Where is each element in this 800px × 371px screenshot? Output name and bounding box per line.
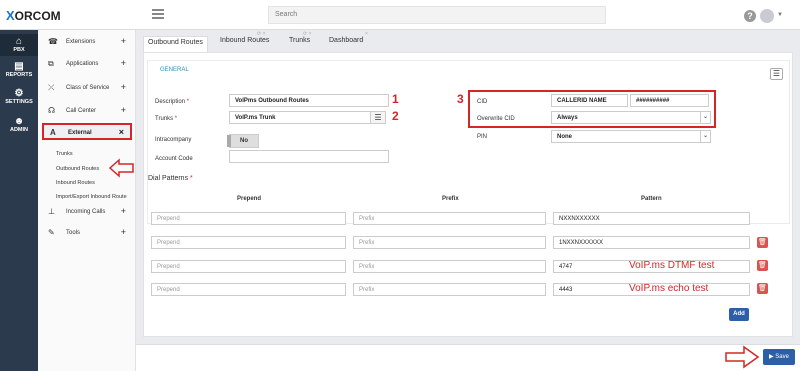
nav-item-class-of-service[interactable]: ⤫ Class of Service + (42, 80, 132, 96)
chevron-down-icon: ⌄ (700, 130, 710, 143)
intracompany-toggle[interactable]: No (227, 134, 259, 148)
expand-icon: + (120, 58, 126, 68)
overwrite-cid-select[interactable]: Always ⌄ (551, 111, 711, 124)
pbx-icon: ⌂ (15, 36, 23, 47)
trash-icon[interactable]: 🗑 (757, 283, 768, 294)
trash-icon[interactable]: 🗑 (757, 237, 768, 248)
search-input[interactable]: Search (268, 6, 606, 24)
trunks-field[interactable]: VoIP.ms Trunk (229, 111, 371, 124)
save-button[interactable]: ▶ Save (763, 349, 795, 365)
expand-icon: + (120, 105, 126, 115)
cid-name-field[interactable]: CALLERID NAME (551, 94, 628, 107)
cid-number-field[interactable]: ########## (630, 94, 709, 107)
tab-dashboard[interactable]: Dashboard (329, 37, 363, 44)
section-title: GENERAL (160, 67, 189, 73)
headset-icon: ☊ (48, 106, 56, 115)
tab-trunks[interactable]: Trunks (289, 37, 310, 44)
menu-toggle-icon[interactable] (152, 9, 164, 19)
expand-icon: + (120, 206, 126, 216)
prefix-input[interactable]: Prefix (353, 260, 546, 273)
prepend-input[interactable]: Prepend (151, 283, 346, 296)
admin-icon: ☻ (13, 116, 25, 127)
reports-icon: ▤ (14, 61, 24, 72)
trash-icon[interactable]: 🗑 (757, 260, 768, 271)
overwrite-cid-label: Overwrite CID (477, 116, 515, 122)
list-icon[interactable]: ☰ (370, 111, 386, 124)
prefix-input[interactable]: Prefix (353, 283, 546, 296)
shuffle-icon: ⤫ (48, 83, 55, 92)
nav-panel: ☎ Extensions + ⧉ Applications + ⤫ Class … (38, 30, 136, 371)
nav-item-applications[interactable]: ⧉ Applications + (42, 56, 132, 72)
subnav-inbound-routes[interactable]: Inbound Routes (56, 180, 95, 186)
external-icon: A (50, 128, 56, 137)
column-header-prepend: Prepend (237, 196, 262, 202)
applications-icon: ⧉ (48, 59, 54, 68)
annotation-dtmf-note: VoIP.ms DTMF test (629, 260, 715, 271)
trunks-label: Trunks * (155, 116, 178, 122)
pin-label: PIN (477, 134, 488, 140)
account-code-label: Account Code (155, 156, 193, 162)
nav-item-incoming-calls[interactable]: ⊥ Incoming Calls + (42, 204, 132, 220)
bottom-bar (136, 345, 800, 371)
nav-item-tools[interactable]: ✎ Tools + (42, 225, 132, 241)
annotation-arrow-left-icon (109, 158, 134, 178)
tab-inbound-routes[interactable]: Inbound Routes (220, 37, 269, 44)
subnav-outbound-routes[interactable]: Outbound Routes (56, 166, 99, 172)
description-field[interactable]: VoIPms Outbound Routes (229, 94, 389, 107)
prepend-input[interactable]: Prepend (151, 212, 346, 225)
rail-item-pbx[interactable]: ⌂ PBX (0, 34, 38, 56)
xorcom-logo[interactable]: XORCOM (6, 8, 61, 23)
save-icon: ▶ (769, 354, 774, 360)
chevron-down-icon: ⌄ (700, 111, 710, 124)
account-code-field[interactable] (229, 150, 389, 163)
description-label: Description * (155, 99, 190, 105)
annotation-echo-note: VoIP.ms echo test (629, 283, 709, 294)
nav-item-external[interactable]: A External × (42, 123, 132, 140)
prefix-input[interactable]: Prefix (353, 212, 546, 225)
help-icon[interactable]: ? (744, 10, 756, 22)
prepend-input[interactable]: Prepend (151, 236, 346, 249)
intracompany-label: Intracompany (155, 137, 192, 143)
prefix-input[interactable]: Prefix (353, 236, 546, 249)
rail-item-admin[interactable]: ☻ ADMIN (0, 116, 38, 138)
add-pattern-button[interactable]: Add (729, 308, 749, 321)
annotation-2: 2 (392, 109, 399, 123)
column-header-prefix: Prefix (442, 196, 459, 202)
pattern-input[interactable]: 1NXXNXXXXXX (553, 236, 750, 249)
expand-icon: + (120, 227, 126, 237)
icon-rail: ⌂ PBX ▤ REPORTS ⚙ SETTINGS ☻ ADMIN (0, 30, 38, 371)
column-header-pattern: Pattern (641, 196, 662, 202)
close-icon[interactable]: × (365, 31, 368, 37)
collapse-icon: × (118, 127, 124, 137)
expand-icon: + (120, 36, 126, 46)
phone-icon: ☎ (48, 37, 58, 46)
prepend-input[interactable]: Prepend (151, 260, 346, 273)
rail-item-reports[interactable]: ▤ REPORTS (0, 61, 38, 83)
annotation-3: 3 (457, 92, 464, 106)
subnav-import-export[interactable]: Import/Export Inbound Route (56, 194, 127, 200)
top-bar: XORCOM Search ? ▼ (0, 0, 800, 30)
avatar[interactable] (760, 9, 774, 23)
rail-item-settings[interactable]: ⚙ SETTINGS (0, 88, 38, 110)
nav-item-call-center[interactable]: ☊ Call Center + (42, 103, 132, 119)
annotation-1: 1 (392, 92, 399, 106)
tab-bar: Outbound Routes Inbound Routes ⟳ × Trunk… (143, 30, 800, 52)
pin-select[interactable]: None ⌄ (551, 130, 711, 143)
wrench-icon: ✎ (48, 228, 55, 237)
tab-controls-icon[interactable]: ⟳ × (303, 31, 312, 37)
dial-patterns-title: Dial Patterns * (148, 175, 193, 182)
incoming-icon: ⊥ (48, 207, 55, 216)
pattern-input[interactable]: NXXNXXXXXX (553, 212, 750, 225)
cid-label: CID (477, 99, 488, 105)
annotation-arrow-right-icon (725, 345, 760, 369)
subnav-trunks[interactable]: Trunks (56, 151, 73, 157)
tab-controls-icon[interactable]: ⟳ × (257, 31, 266, 37)
options-menu-icon[interactable]: ☰ (770, 68, 783, 80)
nav-item-extensions[interactable]: ☎ Extensions + (42, 34, 132, 50)
outbound-route-form: GENERAL ☰ Description * VoIPms Outbound … (143, 52, 793, 337)
chevron-down-icon[interactable]: ▼ (777, 12, 783, 18)
expand-icon: + (120, 82, 126, 92)
tab-outbound-routes[interactable]: Outbound Routes (143, 36, 208, 52)
settings-icon: ⚙ (14, 88, 24, 99)
